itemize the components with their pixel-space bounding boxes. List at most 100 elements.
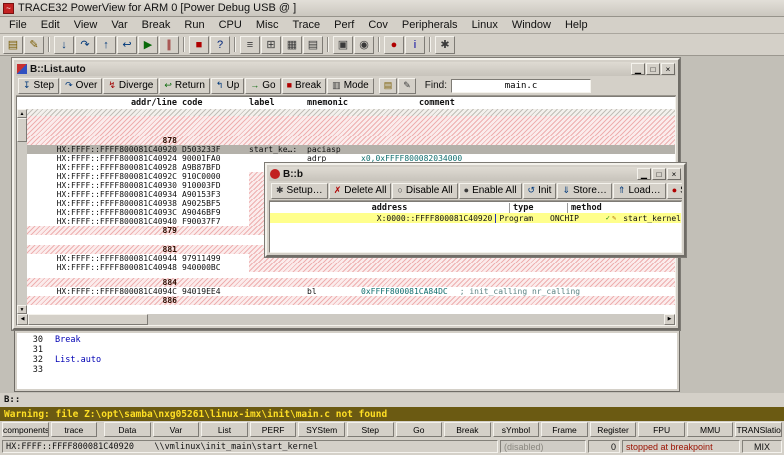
softkey-fpu[interactable]: FPU	[638, 422, 685, 437]
peripherals-icon[interactable]: ▣	[333, 36, 353, 54]
scroll-track[interactable]	[17, 118, 27, 305]
softkey-frame[interactable]: Frame	[541, 422, 588, 437]
softkey-list[interactable]: List	[201, 422, 248, 437]
menu-file[interactable]: File	[2, 18, 34, 32]
menu-view[interactable]: View	[67, 18, 105, 32]
softkey-step[interactable]: Step	[347, 422, 394, 437]
menu-linux[interactable]: Linux	[465, 18, 505, 32]
menu-peripherals[interactable]: Peripherals	[395, 18, 465, 32]
asm-row[interactable]: HX:FFFF::FFFF800081C40948940000BC	[27, 263, 675, 272]
over-button[interactable]: ↷Over	[60, 78, 102, 94]
menu-cov[interactable]: Cov	[361, 18, 395, 32]
menu-trace[interactable]: Trace	[285, 18, 327, 32]
variable-window-icon[interactable]: ▤	[303, 36, 323, 54]
open-script-icon[interactable]: ▤	[3, 36, 23, 54]
softkey-perf[interactable]: PERF	[250, 422, 297, 437]
step-out-icon[interactable]: ↑	[96, 36, 116, 54]
source-line-row[interactable]: 884	[27, 278, 675, 287]
softkey-break[interactable]: Break	[444, 422, 491, 437]
softkey-system[interactable]: SYStem	[298, 422, 345, 437]
softkey-translation[interactable]: TRANSlation	[735, 422, 782, 437]
mode-button[interactable]: ▥Mode	[327, 78, 374, 94]
setup-button[interactable]: ✱Setup…	[271, 183, 328, 199]
diverge-button[interactable]: ↯Diverge	[103, 78, 158, 94]
list-window-icon[interactable]: ≡	[240, 36, 260, 54]
close-button[interactable]: ×	[667, 168, 681, 180]
script-line[interactable]: 31	[19, 345, 677, 355]
softkey-data[interactable]: Data	[104, 422, 151, 437]
enable-all-button[interactable]: ●Enable All	[459, 183, 522, 199]
pause-icon[interactable]: ∥	[159, 36, 179, 54]
menu-help[interactable]: Help	[558, 18, 595, 32]
scroll-thumb[interactable]	[17, 118, 27, 142]
menu-break[interactable]: Break	[135, 18, 178, 32]
delete-all-button[interactable]: ✗Delete All	[329, 183, 392, 199]
asm-row[interactable]: HX:FFFF::FFFF800081C4092490001FA0adrpx0,…	[27, 154, 675, 163]
scroll-down-icon[interactable]: ▼	[17, 305, 27, 314]
script-line[interactable]: 32List.auto	[19, 355, 677, 365]
menu-var[interactable]: Var	[104, 18, 134, 32]
softkey-symbol[interactable]: sYmbol	[493, 422, 540, 437]
script-line[interactable]: 30Break	[19, 335, 677, 345]
trace-list-icon[interactable]: ◉	[354, 36, 374, 54]
menu-perf[interactable]: Perf	[327, 18, 361, 32]
return-button[interactable]: ↩Return	[159, 78, 210, 94]
go-icon[interactable]: ▶	[138, 36, 158, 54]
break-icon[interactable]: ■	[189, 36, 209, 54]
scroll-right-icon[interactable]: ▶	[664, 314, 675, 325]
menu-window[interactable]: Window	[505, 18, 558, 32]
dump-window-icon[interactable]: ⊞	[261, 36, 281, 54]
help-icon[interactable]: ?	[210, 36, 230, 54]
source-line-row[interactable]: 878	[27, 136, 675, 145]
command-input[interactable]	[24, 394, 784, 406]
script-line[interactable]: 33	[19, 365, 677, 375]
register-window-icon[interactable]: ▦	[282, 36, 302, 54]
init-button[interactable]: ↺Init	[523, 183, 557, 199]
menu-cpu[interactable]: CPU	[212, 18, 249, 32]
edit-script-icon[interactable]: ✎	[24, 36, 44, 54]
source-line-row[interactable]: 886	[27, 296, 675, 305]
list-options-icon[interactable]: ▤	[379, 78, 398, 94]
hscroll-thumb[interactable]	[28, 314, 148, 325]
scroll-left-icon[interactable]: ◀	[17, 314, 28, 325]
close-button[interactable]: ×	[661, 63, 675, 75]
menu-run[interactable]: Run	[177, 18, 211, 32]
softkey-register[interactable]: Register	[590, 422, 637, 437]
step-button[interactable]: ↧Step	[18, 78, 59, 94]
softkey-mmu[interactable]: MMU	[687, 422, 734, 437]
maximize-button[interactable]: □	[646, 63, 660, 75]
settings-icon[interactable]: ✱	[435, 36, 455, 54]
breakpoint-row[interactable]: X:0000::FFFF800081C40920 Program ONCHIP …	[270, 213, 681, 223]
asm-row[interactable]: HX:FFFF::FFFF800081C4094C94019EE4bl0xFFF…	[27, 287, 675, 296]
softkey-trace[interactable]: trace	[51, 422, 98, 437]
disable-all-button[interactable]: ○Disable All	[392, 183, 457, 199]
minimize-button[interactable]: ▁	[631, 63, 645, 75]
maximize-button[interactable]: □	[652, 168, 666, 180]
set-button[interactable]: ●Set…	[667, 183, 682, 199]
breakpoints-icon[interactable]: ●	[384, 36, 404, 54]
breakpoint-window-caption[interactable]: B::b ▁ □ ×	[269, 167, 682, 181]
softkey-var[interactable]: Var	[153, 422, 200, 437]
horizontal-scrollbar[interactable]: ◀ ▶	[17, 314, 675, 325]
edit-source-icon[interactable]: ✎	[398, 78, 416, 94]
list-window-caption[interactable]: B::List.auto ▁ □ ×	[16, 62, 676, 76]
step-return-icon[interactable]: ↩	[117, 36, 137, 54]
pc-row[interactable]: HX:FFFF::FFFF800081C40920D503233Fstart_k…	[27, 145, 675, 154]
go-button[interactable]: →Go	[245, 78, 280, 94]
load-button[interactable]: ⇑Load…	[613, 183, 666, 199]
step-icon[interactable]: ↓	[54, 36, 74, 54]
vertical-scrollbar[interactable]: ▲ ▼	[17, 109, 27, 314]
softkey-components[interactable]: components	[2, 422, 49, 437]
scroll-up-icon[interactable]: ▲	[17, 109, 27, 118]
hscroll-track[interactable]	[28, 314, 664, 325]
minimize-button[interactable]: ▁	[637, 168, 651, 180]
step-over-icon[interactable]: ↷	[75, 36, 95, 54]
up-button[interactable]: ↰Up	[211, 78, 244, 94]
menu-edit[interactable]: Edit	[34, 18, 67, 32]
softkey-go[interactable]: Go	[396, 422, 443, 437]
info-icon[interactable]: i	[405, 36, 425, 54]
store-button[interactable]: ⇓Store…	[557, 183, 611, 199]
find-input[interactable]	[451, 79, 591, 93]
menu-misc[interactable]: Misc	[249, 18, 286, 32]
break-button[interactable]: ■Break	[282, 78, 327, 94]
